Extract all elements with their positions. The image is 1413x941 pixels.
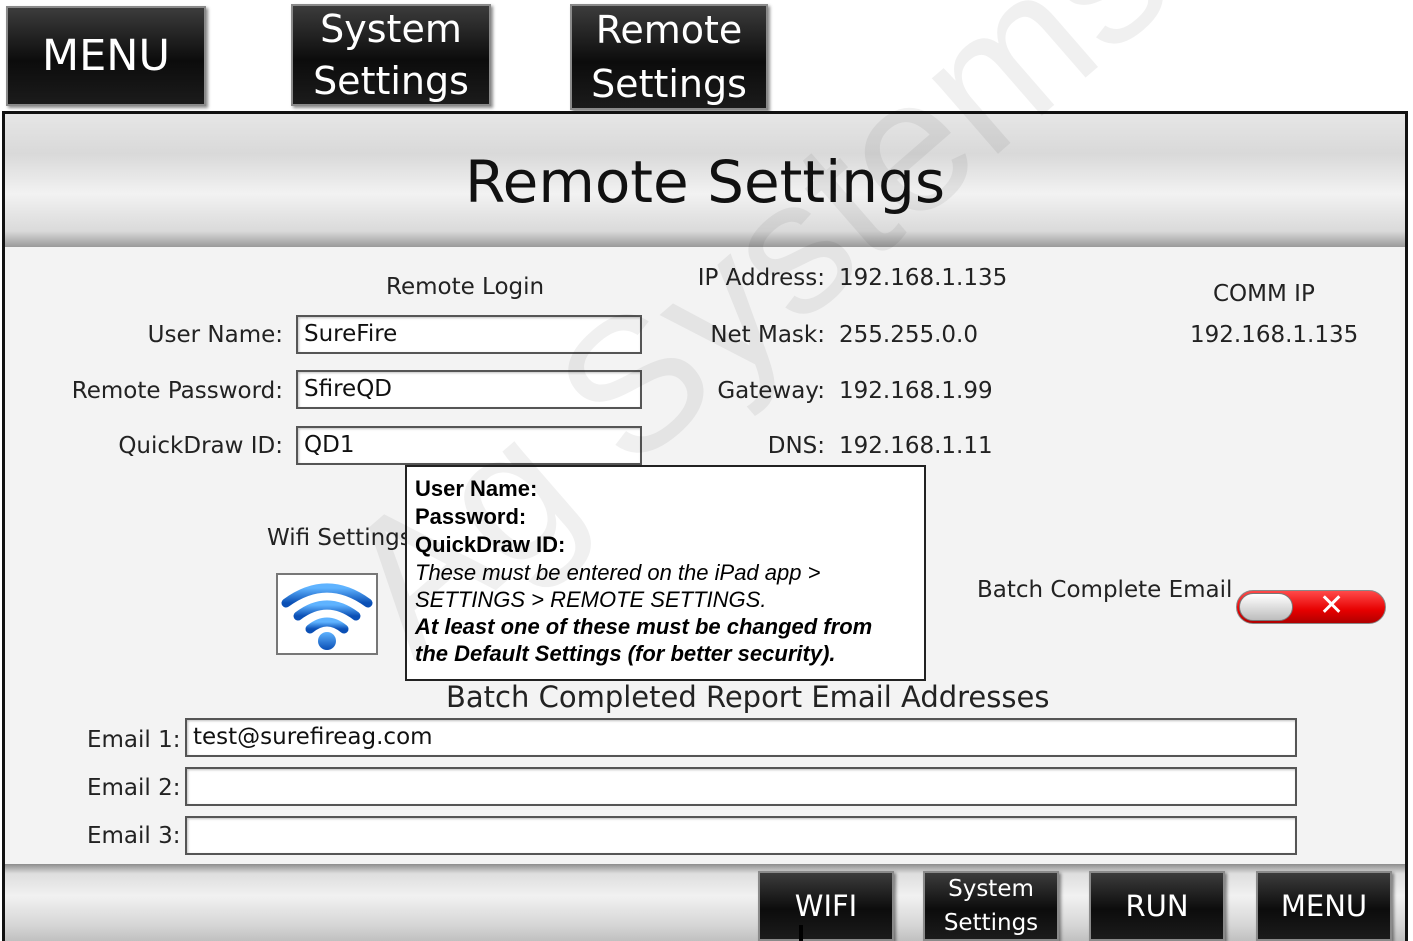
email-2-input[interactable] [185, 767, 1297, 806]
note-password: Password: [415, 504, 527, 529]
email-2-label: Email 2: [87, 775, 181, 801]
remote-login-heading: Remote Login [386, 274, 545, 300]
footer-menu-label: MENU [1280, 889, 1368, 923]
batch-complete-email-label: Batch Complete Email [977, 577, 1233, 603]
email-1-input[interactable]: test@surefireag.com [185, 718, 1297, 757]
batch-complete-email-toggle[interactable]: ✕ [1236, 588, 1386, 624]
note-instruction-1: These must be entered on the iPad app > [415, 560, 821, 585]
note-warning-1: At least one of these must be changed fr… [415, 614, 873, 639]
note-user-name: User Name: [415, 476, 538, 501]
top-remote-settings-button[interactable]: Remote Settings [570, 4, 768, 110]
cursor-marker [799, 925, 803, 941]
footer-run-label: RUN [1125, 889, 1189, 923]
footer-system-settings-button[interactable]: System Settings [923, 871, 1059, 941]
wifi-settings-label: Wifi Settings [267, 525, 412, 551]
user-name-input[interactable]: SureFire [296, 315, 642, 354]
top-system-settings-button[interactable]: System Settings [291, 4, 491, 106]
footer-wifi-label: WIFI [794, 889, 858, 923]
email-3-label: Email 3: [87, 823, 181, 849]
footer-wifi-button[interactable]: WIFI [758, 871, 894, 941]
comm-ip-label: COMM IP [1213, 281, 1315, 307]
remote-password-label: Remote Password: [71, 378, 283, 404]
dns-label: DNS: [767, 433, 825, 459]
toggle-knob [1239, 593, 1293, 621]
top-remote-settings-label-1: Remote [595, 8, 743, 52]
email-1-label: Email 1: [87, 727, 181, 753]
top-remote-settings-label-2: Settings [591, 62, 747, 106]
wifi-icon[interactable] [276, 573, 378, 655]
ip-address-value: 192.168.1.135 [839, 265, 1008, 291]
remote-password-input[interactable]: SfireQD [296, 370, 642, 409]
dns-value: 192.168.1.11 [839, 433, 993, 459]
email-3-input[interactable] [185, 816, 1297, 855]
report-email-heading: Batch Completed Report Email Addresses [446, 680, 1050, 714]
top-menu-button[interactable]: MENU [6, 6, 206, 106]
top-menu-label: MENU [42, 31, 170, 81]
gateway-label: Gateway: [717, 378, 825, 404]
login-note-callout: User Name: Password: QuickDraw ID: These… [405, 465, 926, 681]
footer-system-settings-label-1: System [948, 876, 1034, 902]
note-quickdraw-id: QuickDraw ID: [415, 532, 566, 557]
gateway-value: 192.168.1.99 [839, 378, 993, 404]
header-bar: Remote Settings [5, 114, 1405, 247]
quickdraw-id-label: QuickDraw ID: [118, 433, 283, 459]
ip-address-label: IP Address: [697, 265, 825, 291]
note-instruction-2: SETTINGS > REMOTE SETTINGS. [415, 587, 767, 612]
quickdraw-id-input[interactable]: QD1 [296, 426, 642, 465]
top-system-settings-label-2: Settings [313, 59, 469, 103]
footer-system-settings-label-2: Settings [943, 910, 1039, 936]
note-warning-2: the Default Settings (for better securit… [415, 641, 836, 666]
user-name-label: User Name: [147, 322, 283, 348]
footer-run-button[interactable]: RUN [1089, 871, 1225, 941]
top-system-settings-label-1: System [320, 7, 462, 51]
net-mask-value: 255.255.0.0 [839, 322, 978, 348]
footer-menu-button[interactable]: MENU [1256, 871, 1392, 941]
close-icon: ✕ [1319, 588, 1345, 623]
comm-ip-value: 192.168.1.135 [1190, 322, 1359, 348]
page-title: Remote Settings [464, 148, 946, 216]
net-mask-label: Net Mask: [710, 322, 825, 348]
wifi-glyph [281, 583, 373, 650]
